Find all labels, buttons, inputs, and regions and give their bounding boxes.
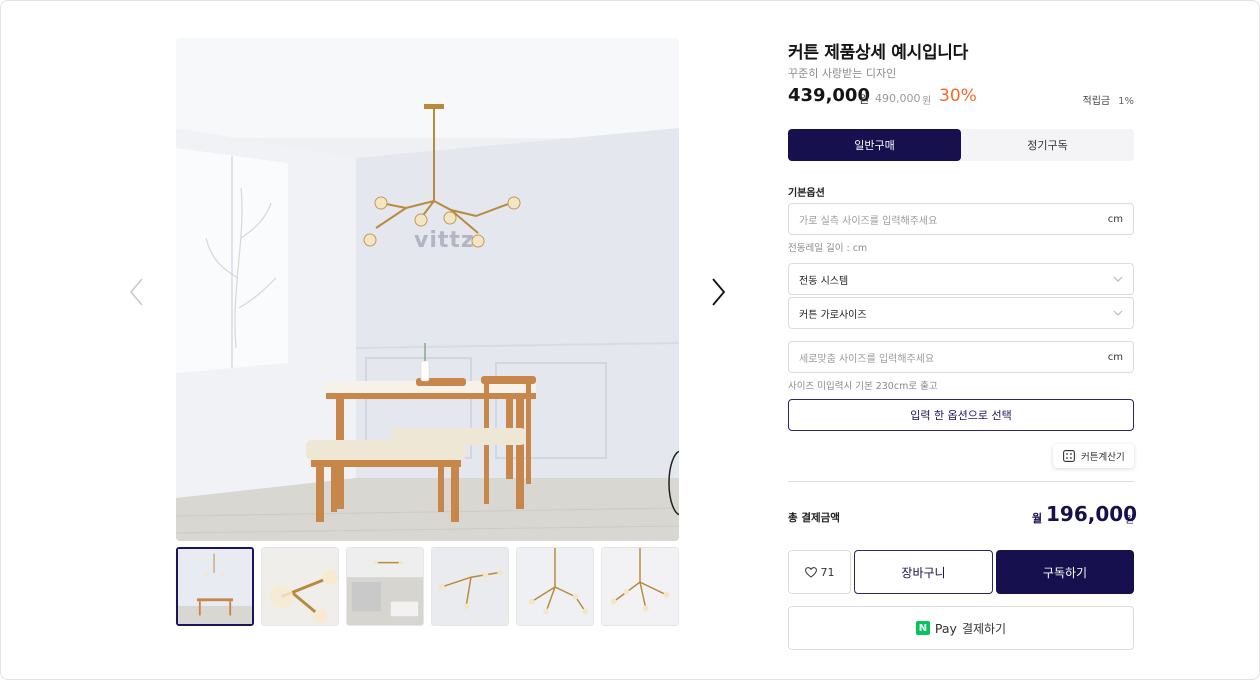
system-select-value: 전동 시스템 [799, 275, 849, 287]
curtain-width-select-value: 커튼 가로사이즈 [799, 309, 867, 321]
npay-pay-text: Pay [934, 620, 957, 636]
total-amount: 196,000 [1046, 502, 1138, 526]
thumbnail-strip [176, 547, 679, 626]
points-value: 1% [1118, 96, 1134, 107]
curtain-width-select[interactable]: 커튼 가로사이즈 [788, 297, 1134, 329]
width-size-placeholder: 가로 실측 사이즈를 입력해주세요 [799, 215, 938, 227]
product-subtitle: 꾸준히 사랑받는 디자인 [788, 67, 897, 80]
width-unit: cm [1107, 213, 1123, 225]
chevron-right-icon [712, 278, 726, 306]
npay-label: 결제하기 [961, 621, 1007, 636]
height-size-placeholder: 세로맞춤 사이즈를 입력해주세요 [799, 353, 935, 365]
like-button[interactable]: 71 [788, 550, 851, 594]
like-count: 71 [820, 565, 835, 579]
thumbnail-4[interactable] [431, 547, 509, 626]
product-detail-page: vittz 커튼 제품상세 예시입니다 꾸준히 사랑받는 디자인 439,000… [0, 0, 1260, 680]
watermark-logo: vittz [414, 228, 475, 253]
discount-rate: 30% [939, 86, 977, 106]
system-select[interactable]: 전동 시스템 [788, 263, 1134, 295]
sale-price-unit: 원 [859, 93, 870, 106]
product-title: 커튼 제품상세 예시입니다 [788, 43, 968, 63]
gallery-next-button[interactable] [703, 275, 733, 309]
height-helper-text: 사이즈 미입력시 기본 230cm로 출고 [788, 381, 938, 392]
width-helper-text: 전동레일 길이 : cm [788, 243, 868, 254]
tab-regular-purchase[interactable]: 일반구매 [788, 129, 961, 161]
heart-icon [804, 566, 817, 578]
total-prefix: 월 [1032, 512, 1043, 525]
npay-logo-icon: N [915, 621, 930, 635]
calculator-label: 커튼계산기 [1081, 452, 1125, 463]
main-product-image: vittz [176, 38, 679, 541]
width-size-input[interactable]: 가로 실측 사이즈를 입력해주세요 cm [788, 203, 1134, 235]
points-label: 적립금 [1082, 96, 1111, 107]
thumbnail-1[interactable] [176, 547, 254, 626]
thumbnail-3[interactable] [346, 547, 424, 626]
gallery-prev-button[interactable] [122, 275, 152, 309]
cart-button[interactable]: 장바구니 [854, 550, 993, 594]
total-unit: 원 [1125, 515, 1135, 526]
thumbnail-2[interactable] [261, 547, 339, 626]
thumbnail-5[interactable] [516, 547, 594, 626]
tab-subscription[interactable]: 정기구독 [961, 129, 1134, 161]
total-label: 총 결제금액 [788, 512, 840, 524]
chevron-down-icon [1113, 276, 1123, 282]
apply-options-button[interactable]: 입력 한 옵션으로 선택 [788, 399, 1134, 431]
divider [788, 481, 1134, 482]
options-section-label: 기본옵션 [788, 188, 825, 199]
subscribe-button[interactable]: 구독하기 [996, 550, 1134, 594]
height-size-input[interactable]: 세로맞춤 사이즈를 입력해주세요 cm [788, 341, 1134, 373]
height-unit: cm [1107, 351, 1123, 363]
price-row: 439,000 원 490,000 원 30% 적립금 1% [788, 85, 1134, 109]
purchase-type-tabs: 일반구매 정기구독 [788, 129, 1134, 161]
calculator-icon [1063, 450, 1075, 462]
points-info: 적립금 1% [1083, 92, 1134, 107]
chevron-left-icon [129, 278, 143, 306]
thumbnail-6[interactable] [601, 547, 679, 626]
npay-button[interactable]: N Pay 결제하기 [788, 606, 1134, 650]
original-price-unit: 원 [922, 96, 932, 107]
chevron-down-icon [1113, 310, 1123, 316]
sale-price: 439,000 [788, 85, 870, 106]
original-price: 490,000 [875, 92, 921, 105]
curtain-calculator-button[interactable]: 커튼계산기 [1053, 444, 1134, 468]
